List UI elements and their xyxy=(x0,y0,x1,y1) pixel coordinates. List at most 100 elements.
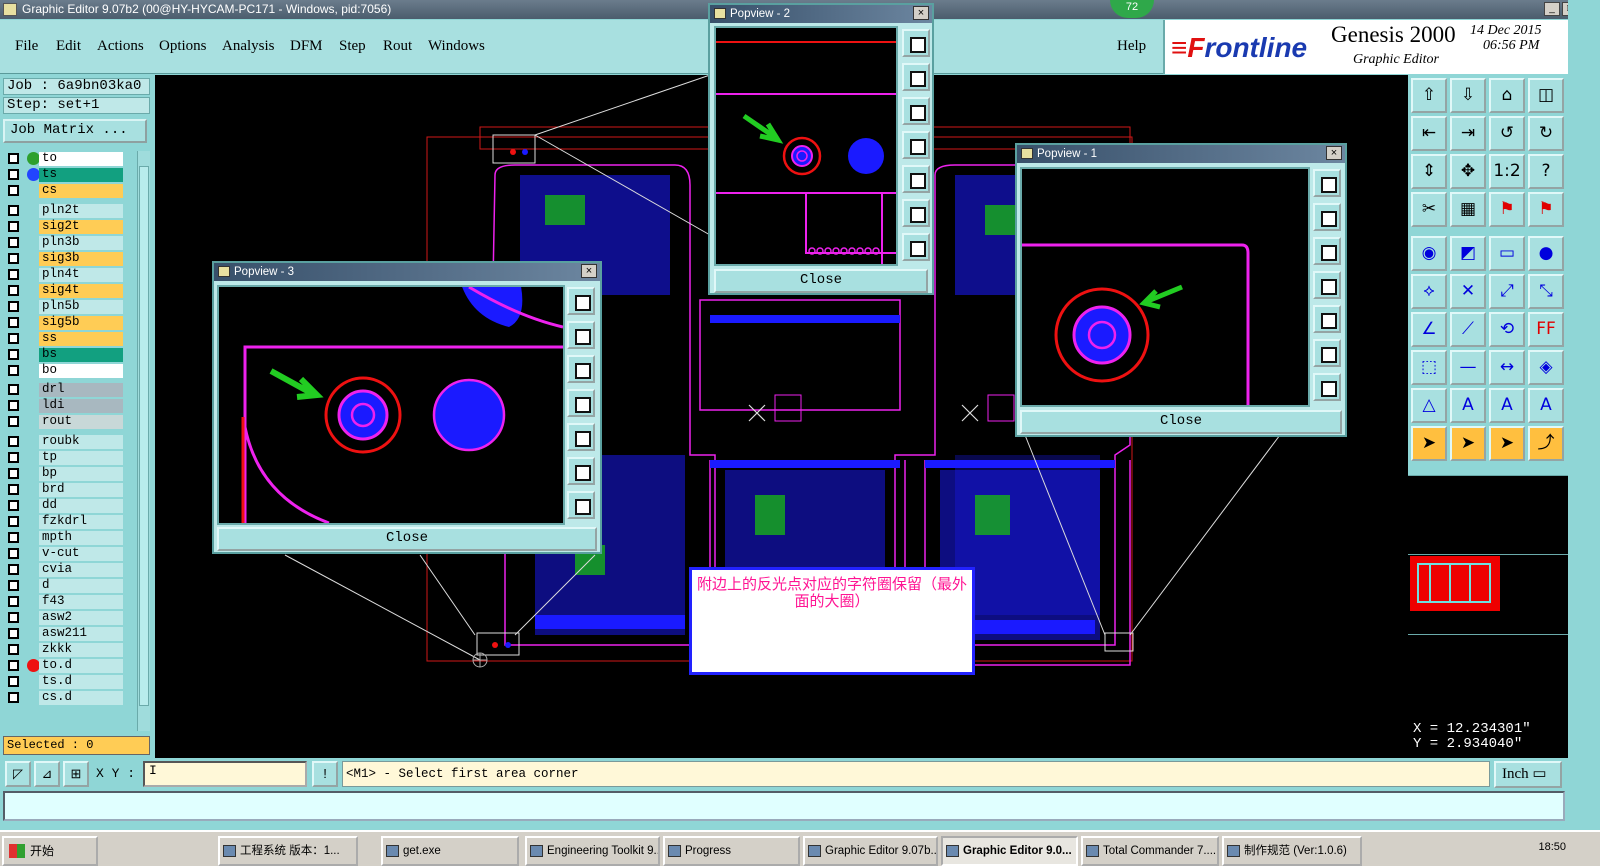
layer-name[interactable]: ts xyxy=(39,167,123,182)
layer-name[interactable]: zkkk xyxy=(39,642,123,657)
layer-name[interactable]: pln4t xyxy=(39,267,123,282)
popview-1-window[interactable]: Popview - 1 × Close xyxy=(1015,143,1347,437)
grid-icon[interactable]: ⊞ xyxy=(63,761,89,787)
pointer-route-icon[interactable]: ⤴ xyxy=(1528,426,1564,461)
rotate-icon[interactable]: ⟲ xyxy=(1489,312,1525,347)
pan-up-icon[interactable] xyxy=(1313,203,1341,231)
menu-dfm[interactable]: DFM xyxy=(290,38,323,55)
popview-1-view[interactable] xyxy=(1020,167,1310,407)
layer-checkbox[interactable] xyxy=(8,483,19,495)
layer-checkbox[interactable] xyxy=(8,451,19,463)
line-icon[interactable]: ⟋ xyxy=(1450,312,1486,347)
layer-row[interactable]: pln4t xyxy=(3,267,137,283)
layer-checkbox[interactable] xyxy=(8,220,19,232)
layer-checkbox[interactable] xyxy=(8,691,19,703)
zoom-out-icon[interactable] xyxy=(902,233,930,261)
pan-right-icon[interactable] xyxy=(1313,305,1341,333)
zoom-in-icon[interactable] xyxy=(1313,339,1341,367)
layer-checkbox[interactable] xyxy=(8,316,19,328)
taskbar-item[interactable]: Progress xyxy=(663,836,800,866)
menu-step[interactable]: Step xyxy=(339,38,366,55)
layer-name[interactable]: sig4t xyxy=(39,283,123,298)
popview-1-x-button[interactable]: × xyxy=(1326,146,1342,160)
layer-name[interactable]: pln3b xyxy=(39,235,123,250)
layer-name[interactable]: bp xyxy=(39,466,123,481)
layer-checkbox[interactable] xyxy=(8,168,19,180)
layer-checkbox[interactable] xyxy=(8,563,19,575)
layer-checkbox[interactable] xyxy=(8,499,19,511)
layer-row[interactable]: drl xyxy=(3,382,137,398)
layer-row[interactable]: dd xyxy=(3,498,137,514)
layer-name[interactable]: sig2t xyxy=(39,219,123,234)
layer-row[interactable]: sig4t xyxy=(3,283,137,299)
zoom-out-icon[interactable] xyxy=(567,491,595,519)
layer-name[interactable]: drl xyxy=(39,383,123,398)
popview-3-x-button[interactable]: × xyxy=(581,264,597,278)
ruler-icon[interactable]: ▭ xyxy=(1489,236,1525,271)
taskbar-item[interactable]: get.exe xyxy=(381,836,519,866)
menu-help[interactable]: Help xyxy=(1117,38,1146,55)
dash-icon[interactable]: — xyxy=(1450,350,1486,385)
menu-edit[interactable]: Edit xyxy=(56,38,81,55)
popview-2-x-button[interactable]: × xyxy=(913,6,929,20)
layer-row[interactable]: sig5b xyxy=(3,315,137,331)
layer-row[interactable]: to xyxy=(3,151,137,167)
layer-row[interactable]: sig2t xyxy=(3,219,137,235)
layer-row[interactable]: ts.d xyxy=(3,674,137,690)
zoom-fit-icon[interactable] xyxy=(902,29,930,57)
delete-icon[interactable]: ✕ xyxy=(1450,274,1486,309)
pan-down-icon[interactable] xyxy=(567,355,595,383)
popview-3-titlebar[interactable]: Popview - 3 × xyxy=(214,263,600,281)
zoom-in-icon[interactable] xyxy=(902,199,930,227)
flag-icon[interactable]: ⚑ xyxy=(1489,192,1525,227)
start-button[interactable]: 开始 xyxy=(2,836,98,866)
layer-checkbox[interactable] xyxy=(8,435,19,447)
layer-name[interactable]: f43 xyxy=(39,594,123,609)
pan-right-icon[interactable]: ⇥ xyxy=(1450,116,1486,151)
layer-row[interactable]: ldi xyxy=(3,398,137,414)
layer-row[interactable]: tp xyxy=(3,450,137,466)
symbol-icon[interactable]: ◈ xyxy=(1528,350,1564,385)
cut-icon[interactable]: ✂ xyxy=(1411,192,1447,227)
pan-down-icon[interactable] xyxy=(902,97,930,125)
menu-analysis[interactable]: Analysis xyxy=(222,38,275,55)
popview-2-view[interactable] xyxy=(714,26,898,266)
layer-checkbox[interactable] xyxy=(8,659,19,671)
pan-right-icon[interactable] xyxy=(567,423,595,451)
angle-icon[interactable]: ∠ xyxy=(1411,312,1447,347)
layer-name[interactable]: to xyxy=(39,152,123,166)
pan-down-icon[interactable] xyxy=(1313,237,1341,265)
popview-1-close-button[interactable]: Close xyxy=(1020,410,1342,434)
popview-3-window[interactable]: Popview - 3 × Close xyxy=(212,261,602,554)
layer-checkbox[interactable] xyxy=(8,675,19,687)
layer-checkbox[interactable] xyxy=(8,384,19,396)
layer-name[interactable]: ldi xyxy=(39,399,123,414)
triangle-icon[interactable]: △ xyxy=(1411,388,1447,423)
flag-alt-icon[interactable]: ⚑ xyxy=(1528,192,1564,227)
layer-name[interactable]: pln2t xyxy=(39,203,123,218)
layer-checkbox[interactable] xyxy=(8,611,19,623)
layer-checkbox[interactable] xyxy=(8,627,19,639)
taskbar-item[interactable]: Total Commander 7.... xyxy=(1081,836,1219,866)
popview-3-view[interactable] xyxy=(217,285,565,525)
layer-checkbox[interactable] xyxy=(8,364,19,376)
layer-checkbox[interactable] xyxy=(8,643,19,655)
layer-name[interactable]: to.d xyxy=(39,658,123,673)
minimize-button[interactable]: _ xyxy=(1544,2,1560,16)
taskbar-item[interactable]: Engineering Toolkit 9.... xyxy=(525,836,660,866)
zoom-in-icon[interactable] xyxy=(567,457,595,485)
layer-row[interactable]: asw2 xyxy=(3,610,137,626)
page-up-icon[interactable]: ⇧ xyxy=(1411,78,1447,113)
layer-checkbox[interactable] xyxy=(8,184,19,196)
select-box-icon[interactable]: ⬚ xyxy=(1411,350,1447,385)
popview-2-titlebar[interactable]: Popview - 2 × xyxy=(710,5,932,23)
layer-name[interactable]: d xyxy=(39,578,123,593)
layer-checkbox[interactable] xyxy=(8,284,19,296)
snap-icon[interactable]: ◸ xyxy=(5,761,31,787)
layer-row[interactable]: fzkdrl xyxy=(3,514,137,530)
job-matrix-button[interactable]: Job Matrix ... xyxy=(3,119,147,143)
pan-up-icon[interactable] xyxy=(567,321,595,349)
measure-icon[interactable]: ⊿ xyxy=(34,761,60,787)
layer-name[interactable]: dd xyxy=(39,498,123,513)
menu-file[interactable]: File xyxy=(15,38,38,55)
